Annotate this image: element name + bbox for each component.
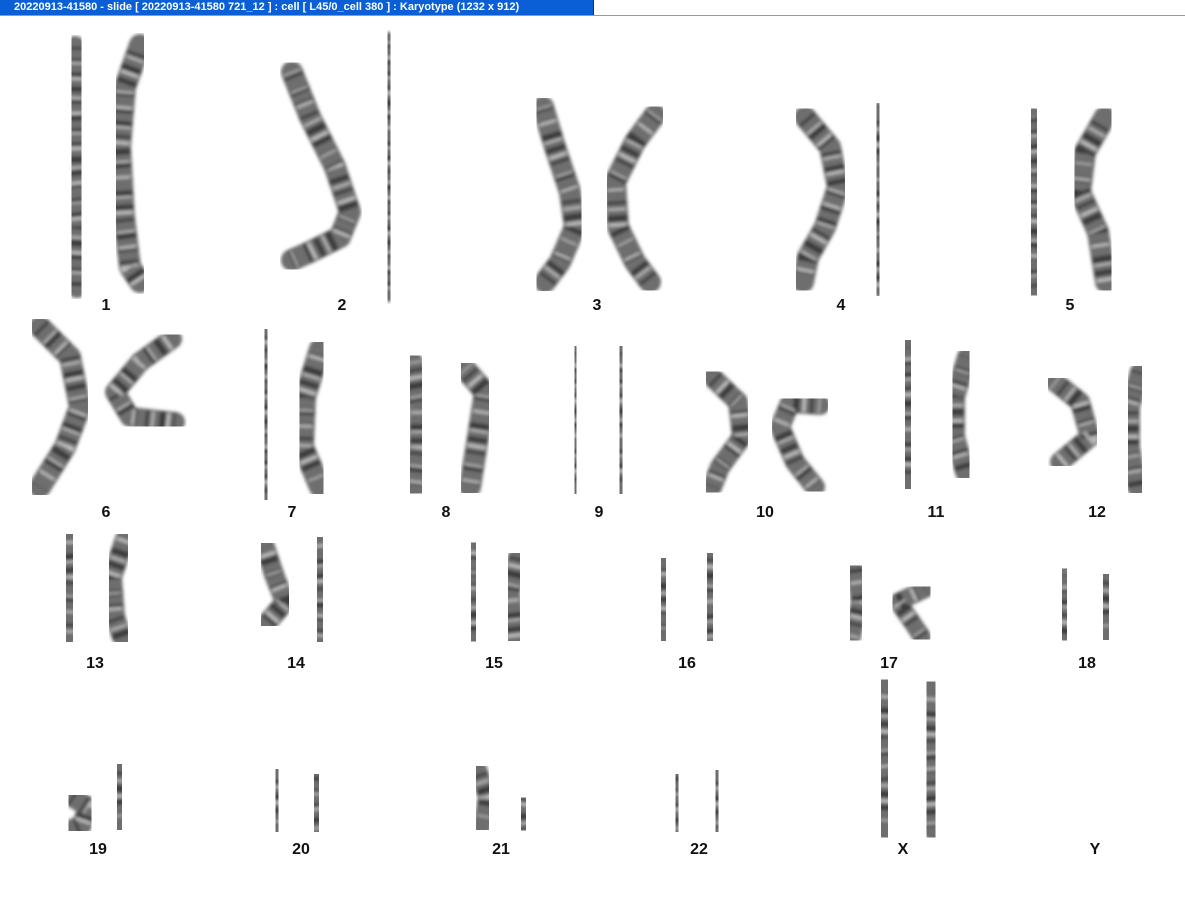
chr-5b <box>1069 106 1117 293</box>
chromosome-label-y: Y <box>1089 841 1101 858</box>
chromosome-label-22: 22 <box>690 841 708 858</box>
chromosome-label-13: 13 <box>86 655 104 672</box>
chromosome-label-5: 5 <box>1065 297 1075 314</box>
chr-10a <box>702 367 752 497</box>
chr-11a <box>895 336 921 493</box>
chr-5a <box>1021 106 1047 298</box>
window-title-strip: 20220913-41580 - slide [ 20220913-41580 … <box>0 0 1185 16</box>
chromosome-label-2: 2 <box>337 297 347 314</box>
chr-7a-body <box>254 326 278 503</box>
chr-19a <box>62 787 99 839</box>
chr-4a <box>792 106 849 293</box>
chromosome-label-9: 9 <box>594 504 604 521</box>
chr-1a <box>62 36 91 298</box>
chr-15b-body <box>500 547 528 647</box>
chromosome-label-17: 17 <box>880 655 898 672</box>
chr-8b <box>454 358 496 498</box>
chr-19b <box>109 758 130 836</box>
chromosome-label-x: X <box>897 841 909 858</box>
chr-20b <box>306 768 327 838</box>
chr-18a <box>1054 563 1075 646</box>
chr-6b <box>103 329 185 432</box>
chr-xa <box>871 676 898 841</box>
chr-16b <box>698 547 722 647</box>
chr-2a <box>281 61 361 271</box>
karyotype-chromosome-figure <box>29 32 1150 841</box>
chr-17a <box>843 560 869 646</box>
chromosome-label-1: 1 <box>101 297 111 314</box>
chr-10b <box>770 393 830 497</box>
chr-12a <box>1045 372 1101 472</box>
chromosome-label-6: 6 <box>101 504 111 521</box>
chromosome-label-4: 4 <box>836 297 846 314</box>
window-title-tab[interactable]: 20220913-41580 - slide [ 20220913-41580 … <box>0 0 594 15</box>
chr-13b <box>102 529 135 647</box>
chromosome-label-15: 15 <box>485 655 503 672</box>
chromosome-label-21: 21 <box>492 841 510 858</box>
chr-4b <box>867 102 889 297</box>
chr-9b <box>610 343 632 497</box>
chromosome-label-19: 19 <box>89 841 107 858</box>
chr-20a <box>267 763 287 838</box>
chr-16b-body <box>698 547 722 647</box>
chromosome-label-16: 16 <box>678 655 696 672</box>
chr-22b <box>708 765 726 837</box>
chr-16a <box>652 552 675 647</box>
chr-18b <box>1095 568 1117 646</box>
chr-3a <box>532 96 586 293</box>
chromosome-label-8: 8 <box>441 504 451 521</box>
chr-2b <box>378 32 400 302</box>
chr-17b <box>886 580 934 646</box>
chromosome-label-14: 14 <box>287 655 305 672</box>
chr-1b <box>109 34 151 293</box>
chromosome-label-3: 3 <box>592 297 602 314</box>
chromosome-label-10: 10 <box>756 504 774 521</box>
chr-7a <box>254 326 278 503</box>
chr-11b <box>945 347 977 482</box>
chr-3b <box>604 104 666 293</box>
chr-xb <box>917 678 945 841</box>
chr-13a <box>57 529 82 647</box>
chromosome-label-18: 18 <box>1078 655 1096 672</box>
chromosome-label-11: 11 <box>927 504 945 521</box>
chr-14a <box>255 537 296 632</box>
karyotype-canvas: 1 2 3 4 5 6 7 8 9 10 11 12 13 14 15 16 1… <box>0 17 1185 906</box>
chr-12b <box>1120 362 1150 497</box>
chr-8a <box>401 351 431 498</box>
chromosome-label-20: 20 <box>292 841 310 858</box>
chr-6a <box>29 316 91 498</box>
chr-14b <box>308 532 332 647</box>
chromosome-label-7: 7 <box>287 504 297 521</box>
chromosome-label-12: 12 <box>1088 504 1106 521</box>
chr-15a <box>462 537 485 647</box>
chr-22a <box>668 769 686 837</box>
chr-21b <box>514 791 533 837</box>
chr-21a <box>469 760 496 836</box>
chr-15b <box>500 547 528 647</box>
chr-9a <box>565 343 586 497</box>
chr-7b <box>292 338 331 498</box>
